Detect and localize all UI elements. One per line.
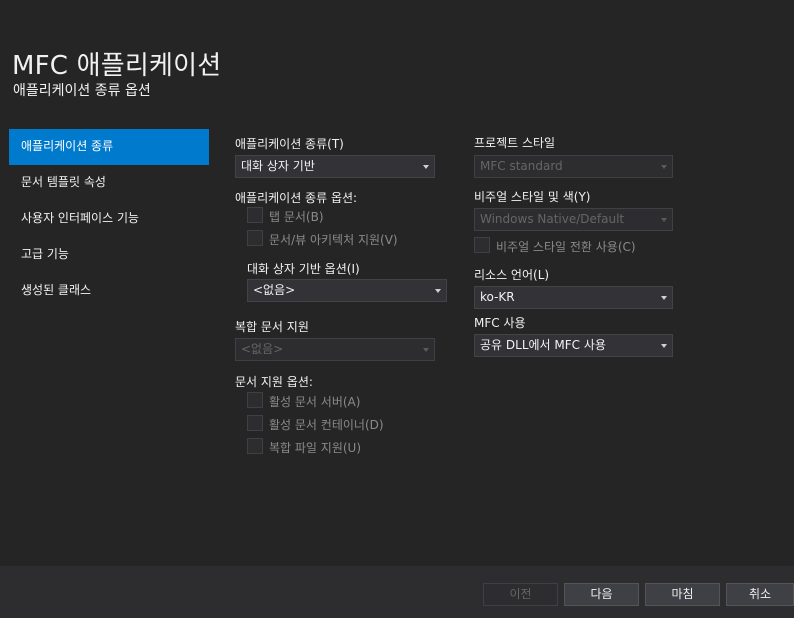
compound-doc-label: 복합 문서 지원	[235, 320, 309, 334]
chevron-down-icon	[435, 289, 441, 293]
sidebar-item-advanced[interactable]: 고급 기능	[9, 237, 209, 273]
checkbox-box	[247, 438, 263, 454]
app-type-value: 대화 상자 기반	[241, 159, 315, 173]
app-type-label: 애플리케이션 종류(T)	[235, 137, 344, 151]
sidebar-item-application-type[interactable]: 애플리케이션 종류	[9, 129, 209, 165]
visual-style-label: 비주얼 스타일 및 색(Y)	[474, 190, 591, 204]
checkbox-box	[247, 207, 263, 223]
checkbox-box	[247, 415, 263, 431]
dialog-options-value: <없음>	[253, 283, 296, 297]
dialog-options-label: 대화 상자 기반 옵션(I)	[247, 262, 360, 276]
chevron-down-icon	[423, 165, 429, 169]
wizard-subtitle: 애플리케이션 종류 옵션	[13, 83, 151, 99]
compound-file-label: 복합 파일 지원(U)	[269, 441, 362, 455]
chevron-down-icon	[661, 296, 667, 300]
checkbox-box	[247, 392, 263, 408]
sidebar-item-document-template[interactable]: 문서 템플릿 속성	[9, 165, 209, 201]
mfc-use-value: 공유 DLL에서 MFC 사용	[480, 338, 606, 352]
active-doc-container-label: 활성 문서 컨테이너(D)	[269, 418, 384, 432]
wizard-window: MFC 애플리케이션 애플리케이션 종류 옵션 애플리케이션 종류 문서 템플릿…	[0, 0, 794, 618]
project-style-value: MFC standard	[480, 159, 563, 173]
visual-style-value: Windows Native/Default	[480, 212, 625, 226]
sidebar: 애플리케이션 종류 문서 템플릿 속성 사용자 인터페이스 기능 고급 기능 생…	[9, 129, 209, 309]
chevron-down-icon	[661, 218, 667, 222]
sidebar-item-generated-classes[interactable]: 생성된 클래스	[9, 273, 209, 309]
resource-lang-label: 리소스 언어(L)	[474, 268, 550, 282]
app-type-dropdown[interactable]: 대화 상자 기반	[235, 155, 435, 178]
mfc-use-dropdown[interactable]: 공유 DLL에서 MFC 사용	[474, 334, 673, 357]
compound-doc-value: <없음>	[241, 342, 284, 356]
resource-lang-dropdown[interactable]: ko-KR	[474, 286, 673, 309]
doc-support-label: 문서 지원 옵션:	[235, 375, 313, 389]
visual-style-dropdown[interactable]: Windows Native/Default	[474, 208, 673, 231]
app-type-options-label: 애플리케이션 종류 옵션:	[235, 191, 358, 205]
next-button[interactable]: 다음	[564, 583, 639, 606]
wizard-title: MFC 애플리케이션	[12, 51, 222, 81]
checkbox-box	[474, 237, 490, 253]
sidebar-item-user-interface[interactable]: 사용자 인터페이스 기능	[9, 201, 209, 237]
tab-documents-label: 탭 문서(B)	[269, 210, 324, 224]
chevron-down-icon	[661, 165, 667, 169]
resource-lang-value: ko-KR	[480, 290, 515, 304]
dialog-options-dropdown[interactable]: <없음>	[247, 279, 447, 302]
chevron-down-icon	[661, 344, 667, 348]
mfc-use-label: MFC 사용	[474, 316, 526, 330]
cancel-button[interactable]: 취소	[726, 583, 794, 606]
finish-button[interactable]: 마침	[645, 583, 720, 606]
project-style-label: 프로젝트 스타일	[474, 136, 556, 150]
doc-view-arch-label: 문서/뷰 아키텍처 지원(V)	[269, 233, 398, 247]
chevron-down-icon	[423, 348, 429, 352]
compound-doc-dropdown[interactable]: <없음>	[235, 338, 435, 361]
project-style-dropdown[interactable]: MFC standard	[474, 155, 673, 178]
previous-button[interactable]: 이전	[483, 583, 558, 606]
visual-style-switch-label: 비주얼 스타일 전환 사용(C)	[496, 240, 636, 254]
active-doc-server-label: 활성 문서 서버(A)	[269, 395, 361, 409]
checkbox-box	[247, 230, 263, 246]
